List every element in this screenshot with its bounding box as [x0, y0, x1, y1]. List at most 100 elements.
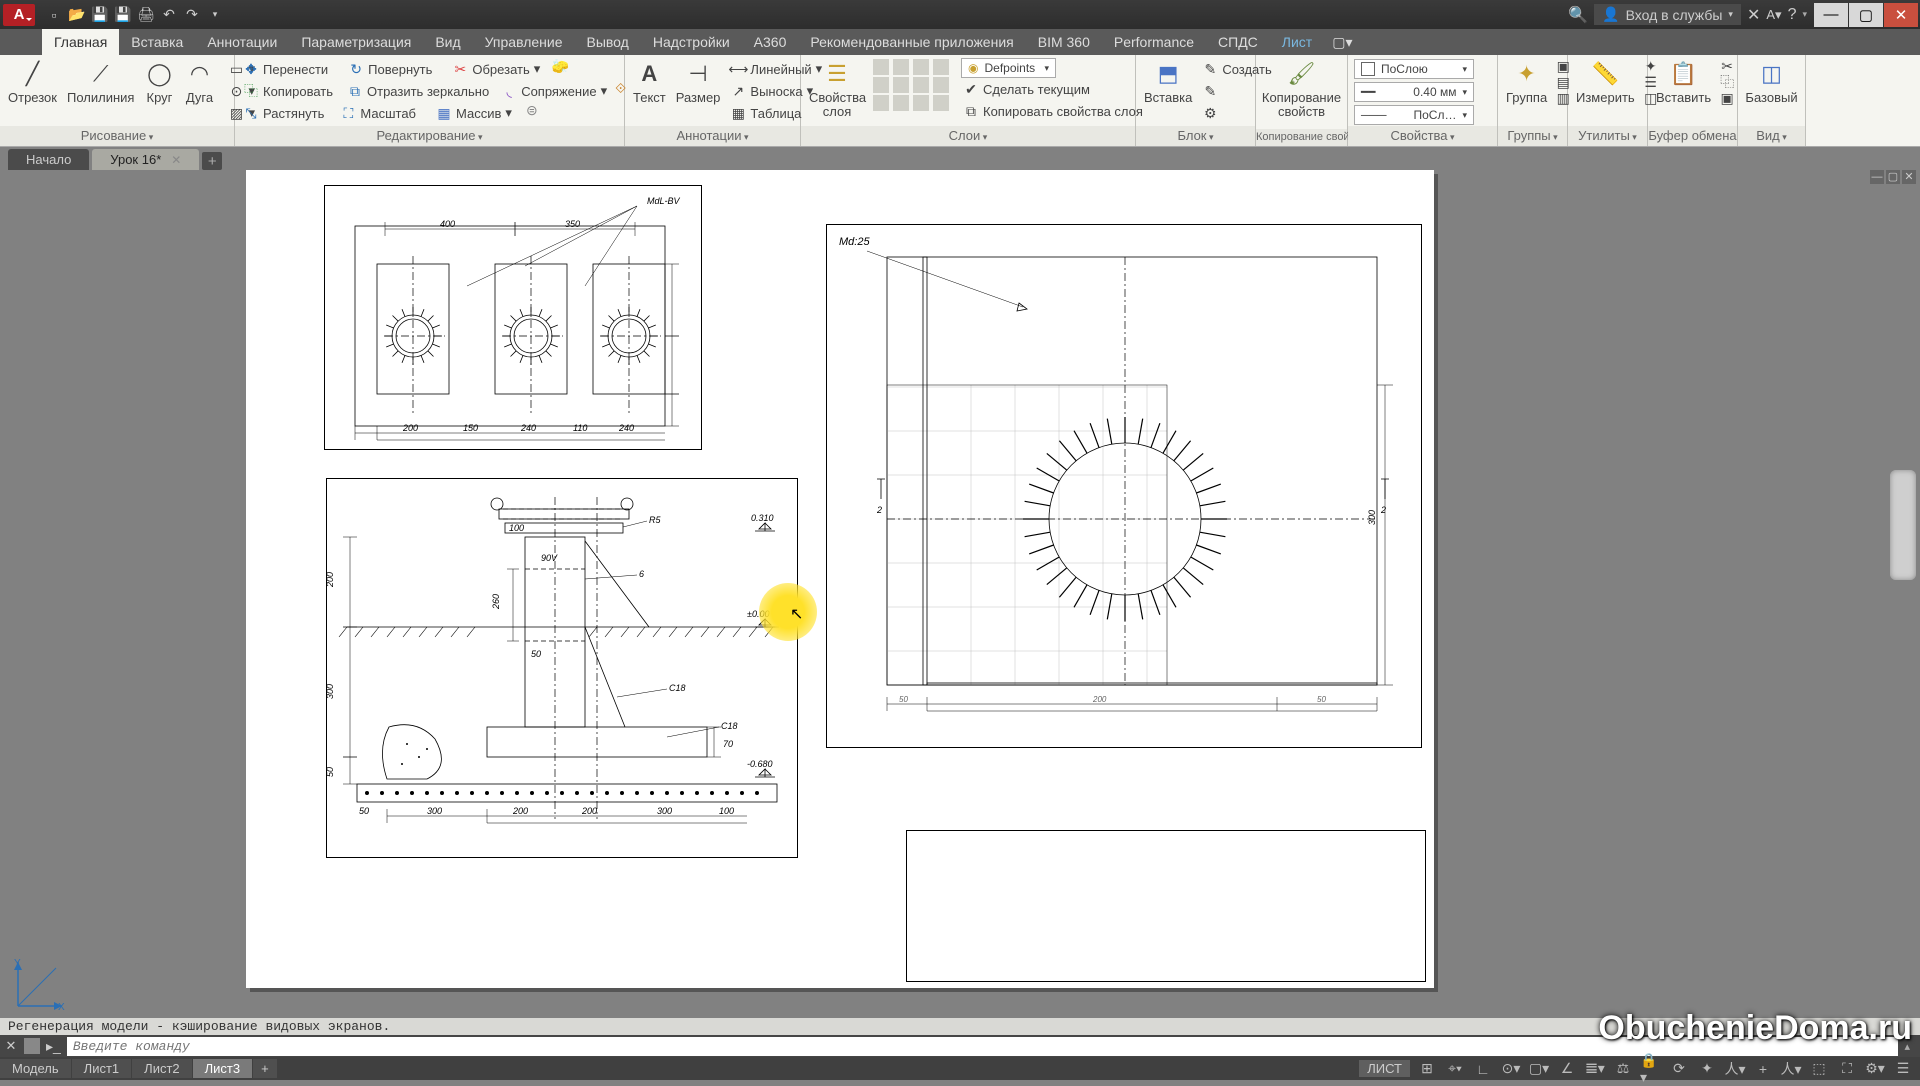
qat-save[interactable]: 💾 — [90, 5, 110, 25]
lt-selector[interactable]: ───ПоСл…▾ — [1354, 105, 1474, 125]
arc-button[interactable]: ◠Дуга — [180, 57, 218, 107]
sb-grid[interactable]: ⊞ — [1416, 1059, 1438, 1079]
viewport-1[interactable]: МdL-ВV 400 350 — [324, 185, 702, 450]
viewport-controls[interactable]: —▢✕ — [1870, 170, 1916, 184]
offset-icon[interactable]: ⊜ — [524, 102, 540, 118]
layer-tools-grid[interactable] — [871, 57, 953, 113]
sb-ann3[interactable]: + — [1752, 1059, 1774, 1079]
sb-lw[interactable]: 𝌆▾ — [1584, 1059, 1606, 1079]
qat-undo[interactable]: ↶ — [159, 5, 179, 25]
mirror-button[interactable]: ⧉Отразить зеркально — [345, 80, 491, 102]
base-view-button[interactable]: ◫Базовый — [1742, 57, 1801, 107]
copy-layer-props[interactable]: ⧉Копировать свойства слоя — [961, 100, 1145, 122]
space-toggle[interactable]: ЛИСТ — [1359, 1060, 1410, 1077]
layout-3[interactable]: Лист3 — [193, 1059, 252, 1078]
tab-view[interactable]: Вид — [423, 29, 472, 55]
help-icon[interactable]: ? — [1788, 6, 1797, 24]
rotate-button[interactable]: ↻Повернуть — [346, 58, 434, 80]
array-button[interactable]: ▦Массив ▾ — [434, 102, 514, 124]
search-icon[interactable]: 🔍 — [1568, 5, 1588, 25]
stretch-button[interactable]: ⤡Растянуть — [241, 102, 326, 124]
tab-parametric[interactable]: Параметризация — [289, 29, 423, 55]
tab-addins[interactable]: Надстройки — [641, 29, 742, 55]
sb-ascale[interactable]: ⟳ — [1668, 1059, 1690, 1079]
sb-polar[interactable]: ⊙▾ — [1500, 1059, 1522, 1079]
viewport-3[interactable]: Мd:25 — [826, 224, 1422, 748]
tab-perf[interactable]: Performance — [1102, 29, 1206, 55]
doctab-add[interactable]: + — [202, 152, 222, 170]
minimize-button[interactable]: — — [1814, 3, 1848, 27]
tab-layout[interactable]: Лист — [1270, 29, 1324, 55]
tab-spds[interactable]: СПДС — [1206, 29, 1270, 55]
tab-bim360[interactable]: BIM 360 — [1026, 29, 1102, 55]
sb-menu[interactable]: ☰ — [1892, 1059, 1914, 1079]
doctab-file[interactable]: Урок 16*✕ — [92, 149, 199, 170]
layout-model[interactable]: Модель — [0, 1059, 71, 1078]
tab-output[interactable]: Вывод — [575, 29, 641, 55]
sb-scale[interactable]: 🔒▾ — [1640, 1059, 1662, 1079]
layout-add[interactable]: + — [253, 1059, 277, 1078]
tab-manage[interactable]: Управление — [473, 29, 575, 55]
insert-block[interactable]: ⬒Вставка — [1140, 57, 1196, 107]
sb-hw[interactable]: ⬚ — [1808, 1059, 1830, 1079]
qat-saveas[interactable]: 💾 — [113, 5, 133, 25]
text-button[interactable]: AТекст — [629, 57, 670, 107]
sb-clean[interactable]: ⛶ — [1836, 1059, 1858, 1079]
scale-button[interactable]: ⛶Масштаб — [338, 102, 418, 124]
signin-box[interactable]: 👤 Вход в службы ▾ — [1594, 4, 1741, 25]
sb-iso[interactable]: 人▾ — [1780, 1059, 1802, 1079]
circle-button[interactable]: ◯Круг — [140, 57, 178, 107]
make-current[interactable]: ✔Сделать текущим — [961, 78, 1145, 100]
erase-icon[interactable]: 🧽 — [552, 58, 568, 74]
cmd-close-icon[interactable]: ✕ — [4, 1038, 18, 1054]
qat-more[interactable]: ▾ — [205, 5, 225, 25]
paste-button[interactable]: 📋Вставить — [1652, 57, 1715, 107]
qat-open[interactable]: 📂 — [67, 5, 87, 25]
tab-a360[interactable]: A360 — [742, 29, 799, 55]
sb-ann2[interactable]: 人▾ — [1724, 1059, 1746, 1079]
cb-ic3[interactable]: ▣ — [1719, 90, 1735, 106]
group-button[interactable]: ✦Группа — [1502, 57, 1551, 107]
qat-redo[interactable]: ↷ — [182, 5, 202, 25]
close-button[interactable]: ✕ — [1884, 3, 1918, 27]
polyline-button[interactable]: ⟋Полилиния — [63, 57, 138, 107]
layout-1[interactable]: Лист1 — [72, 1059, 131, 1078]
trim-button[interactable]: ✂Обрезать ▾ — [450, 58, 542, 80]
doctab-start[interactable]: Начало — [8, 149, 89, 170]
copy-button[interactable]: ⿻Копировать — [241, 80, 335, 102]
nav-bar[interactable] — [1890, 470, 1916, 580]
sb-cust[interactable]: ⚙▾ — [1864, 1059, 1886, 1079]
tab-focus[interactable]: ▢▾ — [1324, 29, 1360, 55]
layer-props-button[interactable]: ☰Свойства слоя — [805, 57, 869, 120]
layout-2[interactable]: Лист2 — [132, 1059, 191, 1078]
sb-ws[interactable]: ✦ — [1696, 1059, 1718, 1079]
qat-new[interactable]: ▫ — [44, 5, 64, 25]
tab-home[interactable]: Главная — [42, 29, 119, 55]
sb-osnap[interactable]: ▢▾ — [1528, 1059, 1550, 1079]
line-button[interactable]: ╱Отрезок — [4, 57, 61, 107]
drawing-area[interactable]: —▢✕ МdL-ВV 400 350 — [0, 170, 1920, 1030]
viewport-4[interactable] — [906, 830, 1426, 982]
dim-button[interactable]: ⊣Размер — [672, 57, 725, 107]
move-button[interactable]: ✥Перенести — [241, 58, 330, 80]
exchange-icon[interactable]: ✕ — [1747, 5, 1760, 25]
a-icon[interactable]: A▾ — [1766, 7, 1781, 23]
app-logo[interactable]: A — [3, 4, 35, 26]
sb-ortho[interactable]: ∟ — [1472, 1059, 1494, 1079]
color-selector[interactable]: ПоСлою▾ — [1354, 59, 1474, 79]
measure-button[interactable]: 📏Измерить — [1572, 57, 1639, 107]
cb-ic2[interactable]: ⿻ — [1719, 74, 1735, 90]
fillet-button[interactable]: ◟Сопряжение ▾ — [499, 80, 609, 102]
sb-anno[interactable]: ⚖ — [1612, 1059, 1634, 1079]
tab-annotate[interactable]: Аннотации — [195, 29, 289, 55]
tab-featured[interactable]: Рекомендованные приложения — [798, 29, 1025, 55]
lw-selector[interactable]: ━━0.40 мм▾ — [1354, 82, 1474, 102]
matchprops-button[interactable]: 🖌Копирование свойств — [1260, 57, 1343, 120]
tab-insert[interactable]: Вставка — [119, 29, 195, 55]
sb-snap[interactable]: ⌖▾ — [1444, 1059, 1466, 1079]
maximize-button[interactable]: ▢ — [1849, 3, 1883, 27]
sb-otrack[interactable]: ∠ — [1556, 1059, 1578, 1079]
qat-print[interactable]: 🖨 — [136, 5, 156, 25]
layer-selector[interactable]: ◉Defpoints▾ — [961, 58, 1056, 78]
close-icon[interactable]: ✕ — [171, 153, 181, 167]
